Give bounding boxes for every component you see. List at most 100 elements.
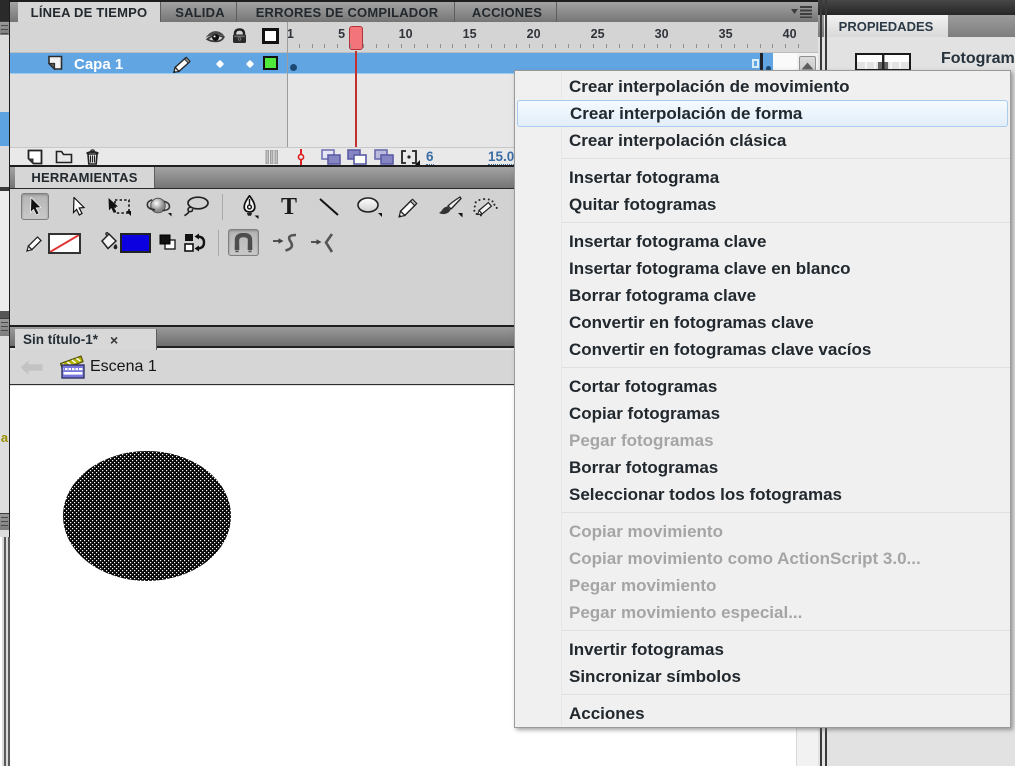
- menu-item-insertar-fotograma[interactable]: Insertar fotograma: [515, 164, 1010, 191]
- stroke-pencil-icon: [26, 235, 42, 252]
- breadcrumb-scene-label[interactable]: Escena 1: [90, 358, 157, 376]
- ruler-frame-number: 30: [654, 27, 669, 41]
- menu-item-convertir-en-fotogramas-clave[interactable]: Convertir en fotogramas clave: [515, 309, 1010, 336]
- no-color-diagonal-icon: [50, 235, 79, 252]
- menu-item-cortar-fotogramas[interactable]: Cortar fotogramas: [515, 373, 1010, 400]
- tool-brush[interactable]: [437, 193, 465, 220]
- tab-herramientas[interactable]: HERRAMIENTAS: [15, 167, 155, 188]
- tool-selection[interactable]: [21, 193, 49, 220]
- panel-menu-icon[interactable]: [790, 5, 812, 18]
- frame-rate-value[interactable]: 15.0: [488, 150, 515, 165]
- menu-item-seleccionar-todos-los-fotogramas[interactable]: Seleccionar todos los fotogramas: [515, 481, 1010, 508]
- back-arrow-icon[interactable]: [20, 360, 43, 375]
- menu-item-quitar-fotogramas[interactable]: Quitar fotogramas: [515, 191, 1010, 218]
- fill-color-swatch[interactable]: [120, 233, 151, 253]
- menu-item-insertar-fotograma-clave[interactable]: Insertar fotograma clave: [515, 228, 1010, 255]
- ruler-tick: [695, 44, 697, 48]
- layer-unlocked-dot[interactable]: [245, 59, 255, 69]
- menu-item-insertar-fotograma-clave-en-blanco[interactable]: Insertar fotograma clave en blanco: [515, 255, 1010, 282]
- tab-l-nea-de-tiempo[interactable]: LÍNEA DE TIEMPO: [18, 2, 161, 22]
- menu-item-crear-interpolaci-n-de-forma[interactable]: Crear interpolación de forma: [517, 100, 1008, 127]
- ruler-tick: [772, 44, 774, 48]
- ruler-tick: [798, 44, 799, 48]
- menu-item-convertir-en-fotogramas-clave-vac-os[interactable]: Convertir en fotogramas clave vacíos: [515, 336, 1010, 363]
- new-layer-icon[interactable]: [26, 149, 44, 165]
- keyframe-dot[interactable]: [290, 64, 297, 71]
- ruler-tick: [298, 44, 300, 48]
- ruler-tick: [721, 44, 723, 48]
- menu-item-sincronizar-s-mbolos[interactable]: Sincronizar símbolos: [515, 663, 1010, 690]
- delete-layer-trash-icon[interactable]: [84, 149, 101, 166]
- frame-span-end-marker[interactable]: [752, 59, 759, 68]
- tab-errores-de-compilador[interactable]: ERRORES DE COMPILADOR: [240, 2, 455, 22]
- timeline-column-separator: [287, 22, 288, 165]
- tool-3d-rotation[interactable]: [145, 193, 173, 220]
- modify-markers-icon[interactable]: [400, 149, 420, 166]
- black-and-white-button[interactable]: [156, 229, 180, 256]
- tool-free-transform[interactable]: [106, 193, 134, 220]
- layer-name-label[interactable]: Capa 1: [74, 56, 123, 73]
- ruler-tick: [708, 44, 710, 48]
- tool-deco-spray[interactable]: [472, 193, 500, 220]
- menu-item-invertir-fotogramas[interactable]: Invertir fotogramas: [515, 636, 1010, 663]
- ruler-frame-number: 35: [718, 27, 733, 41]
- ruler-tick: [311, 44, 313, 48]
- document-tab[interactable]: Sin título-1* ×: [15, 329, 157, 350]
- layer-visible-dot[interactable]: [215, 59, 225, 69]
- tool-pencil[interactable]: [395, 193, 423, 220]
- menu-item-borrar-fotograma-clave[interactable]: Borrar fotograma clave: [515, 282, 1010, 309]
- outline-layers-icon[interactable]: [262, 28, 279, 44]
- center-frame-icon[interactable]: [296, 149, 306, 165]
- stroke-color-swatch-none[interactable]: [48, 233, 81, 254]
- tab-propiedades[interactable]: PROPIEDADES: [824, 15, 948, 37]
- show-hide-layers-icon[interactable]: [204, 29, 226, 43]
- document-title: Sin título-1*: [23, 332, 98, 347]
- ruler-tick: [580, 44, 582, 48]
- ruler-tick: [465, 44, 467, 48]
- tool-text[interactable]: T: [275, 193, 303, 220]
- onion-skin-icon[interactable]: [321, 149, 341, 165]
- menu-item-borrar-fotogramas[interactable]: Borrar fotogramas: [515, 454, 1010, 481]
- ruler-tick: [593, 44, 595, 48]
- ruler-tick: [426, 44, 428, 48]
- menu-item-copiar-movimiento-como-actionscript-3-0: Copiar movimiento como ActionScript 3.0.…: [569, 549, 921, 568]
- tool-subselection[interactable]: [64, 193, 92, 220]
- ruler-tick: [785, 44, 787, 48]
- edit-multiple-frames-icon[interactable]: [374, 149, 394, 165]
- layer-outline-color-swatch[interactable]: [263, 56, 278, 70]
- document-close-icon[interactable]: ×: [110, 332, 118, 348]
- 3d-rotation-icon: [146, 197, 172, 217]
- pen-nib-icon: [242, 194, 258, 219]
- ruler-frame-number: 10: [398, 27, 413, 41]
- ruler-tick: [644, 44, 646, 48]
- onion-skin-outlines-icon[interactable]: [347, 149, 367, 165]
- playhead-handle[interactable]: [349, 26, 363, 50]
- stroke-color-control[interactable]: [22, 229, 48, 256]
- tools-separator-2: [218, 230, 219, 256]
- menu-item-crear-interpolaci-n-cl-sica[interactable]: Crear interpolación clásica: [515, 127, 1010, 154]
- current-frame-value[interactable]: 6: [426, 150, 434, 165]
- tool-smooth[interactable]: [270, 229, 302, 256]
- tool-oval[interactable]: [355, 193, 383, 220]
- swap-colors-button[interactable]: [182, 229, 208, 256]
- tab-salida[interactable]: SALIDA: [164, 2, 237, 22]
- timeline-frame-ruler[interactable]: 1 5 10 15 20 25 30 35 40: [287, 22, 818, 53]
- menu-item-copiar-fotogramas[interactable]: Copiar fotogramas: [515, 400, 1010, 427]
- ruler-tick: [452, 44, 454, 48]
- tool-lasso[interactable]: [182, 193, 210, 220]
- tool-snap-to-objects[interactable]: [228, 229, 259, 256]
- tab-acciones[interactable]: ACCIONES: [458, 2, 557, 22]
- new-folder-icon[interactable]: [55, 149, 74, 165]
- menu-item-crear-interpolaci-n-de-movimiento[interactable]: Crear interpolación de movimiento: [515, 73, 1010, 100]
- lock-layers-icon[interactable]: [231, 28, 248, 44]
- ruler-tick: [401, 44, 403, 48]
- playhead-line: [355, 51, 357, 147]
- selected-ellipse-shape[interactable]: [62, 450, 232, 582]
- tool-line[interactable]: [315, 193, 343, 220]
- properties-tabrow: PROPIEDADES: [818, 15, 1015, 37]
- menu-item-acciones[interactable]: Acciones: [515, 700, 1010, 727]
- tool-straighten[interactable]: [308, 229, 340, 256]
- status-grip-icon[interactable]: [265, 150, 279, 164]
- tool-pen[interactable]: [235, 193, 263, 220]
- fill-color-control[interactable]: [95, 229, 123, 256]
